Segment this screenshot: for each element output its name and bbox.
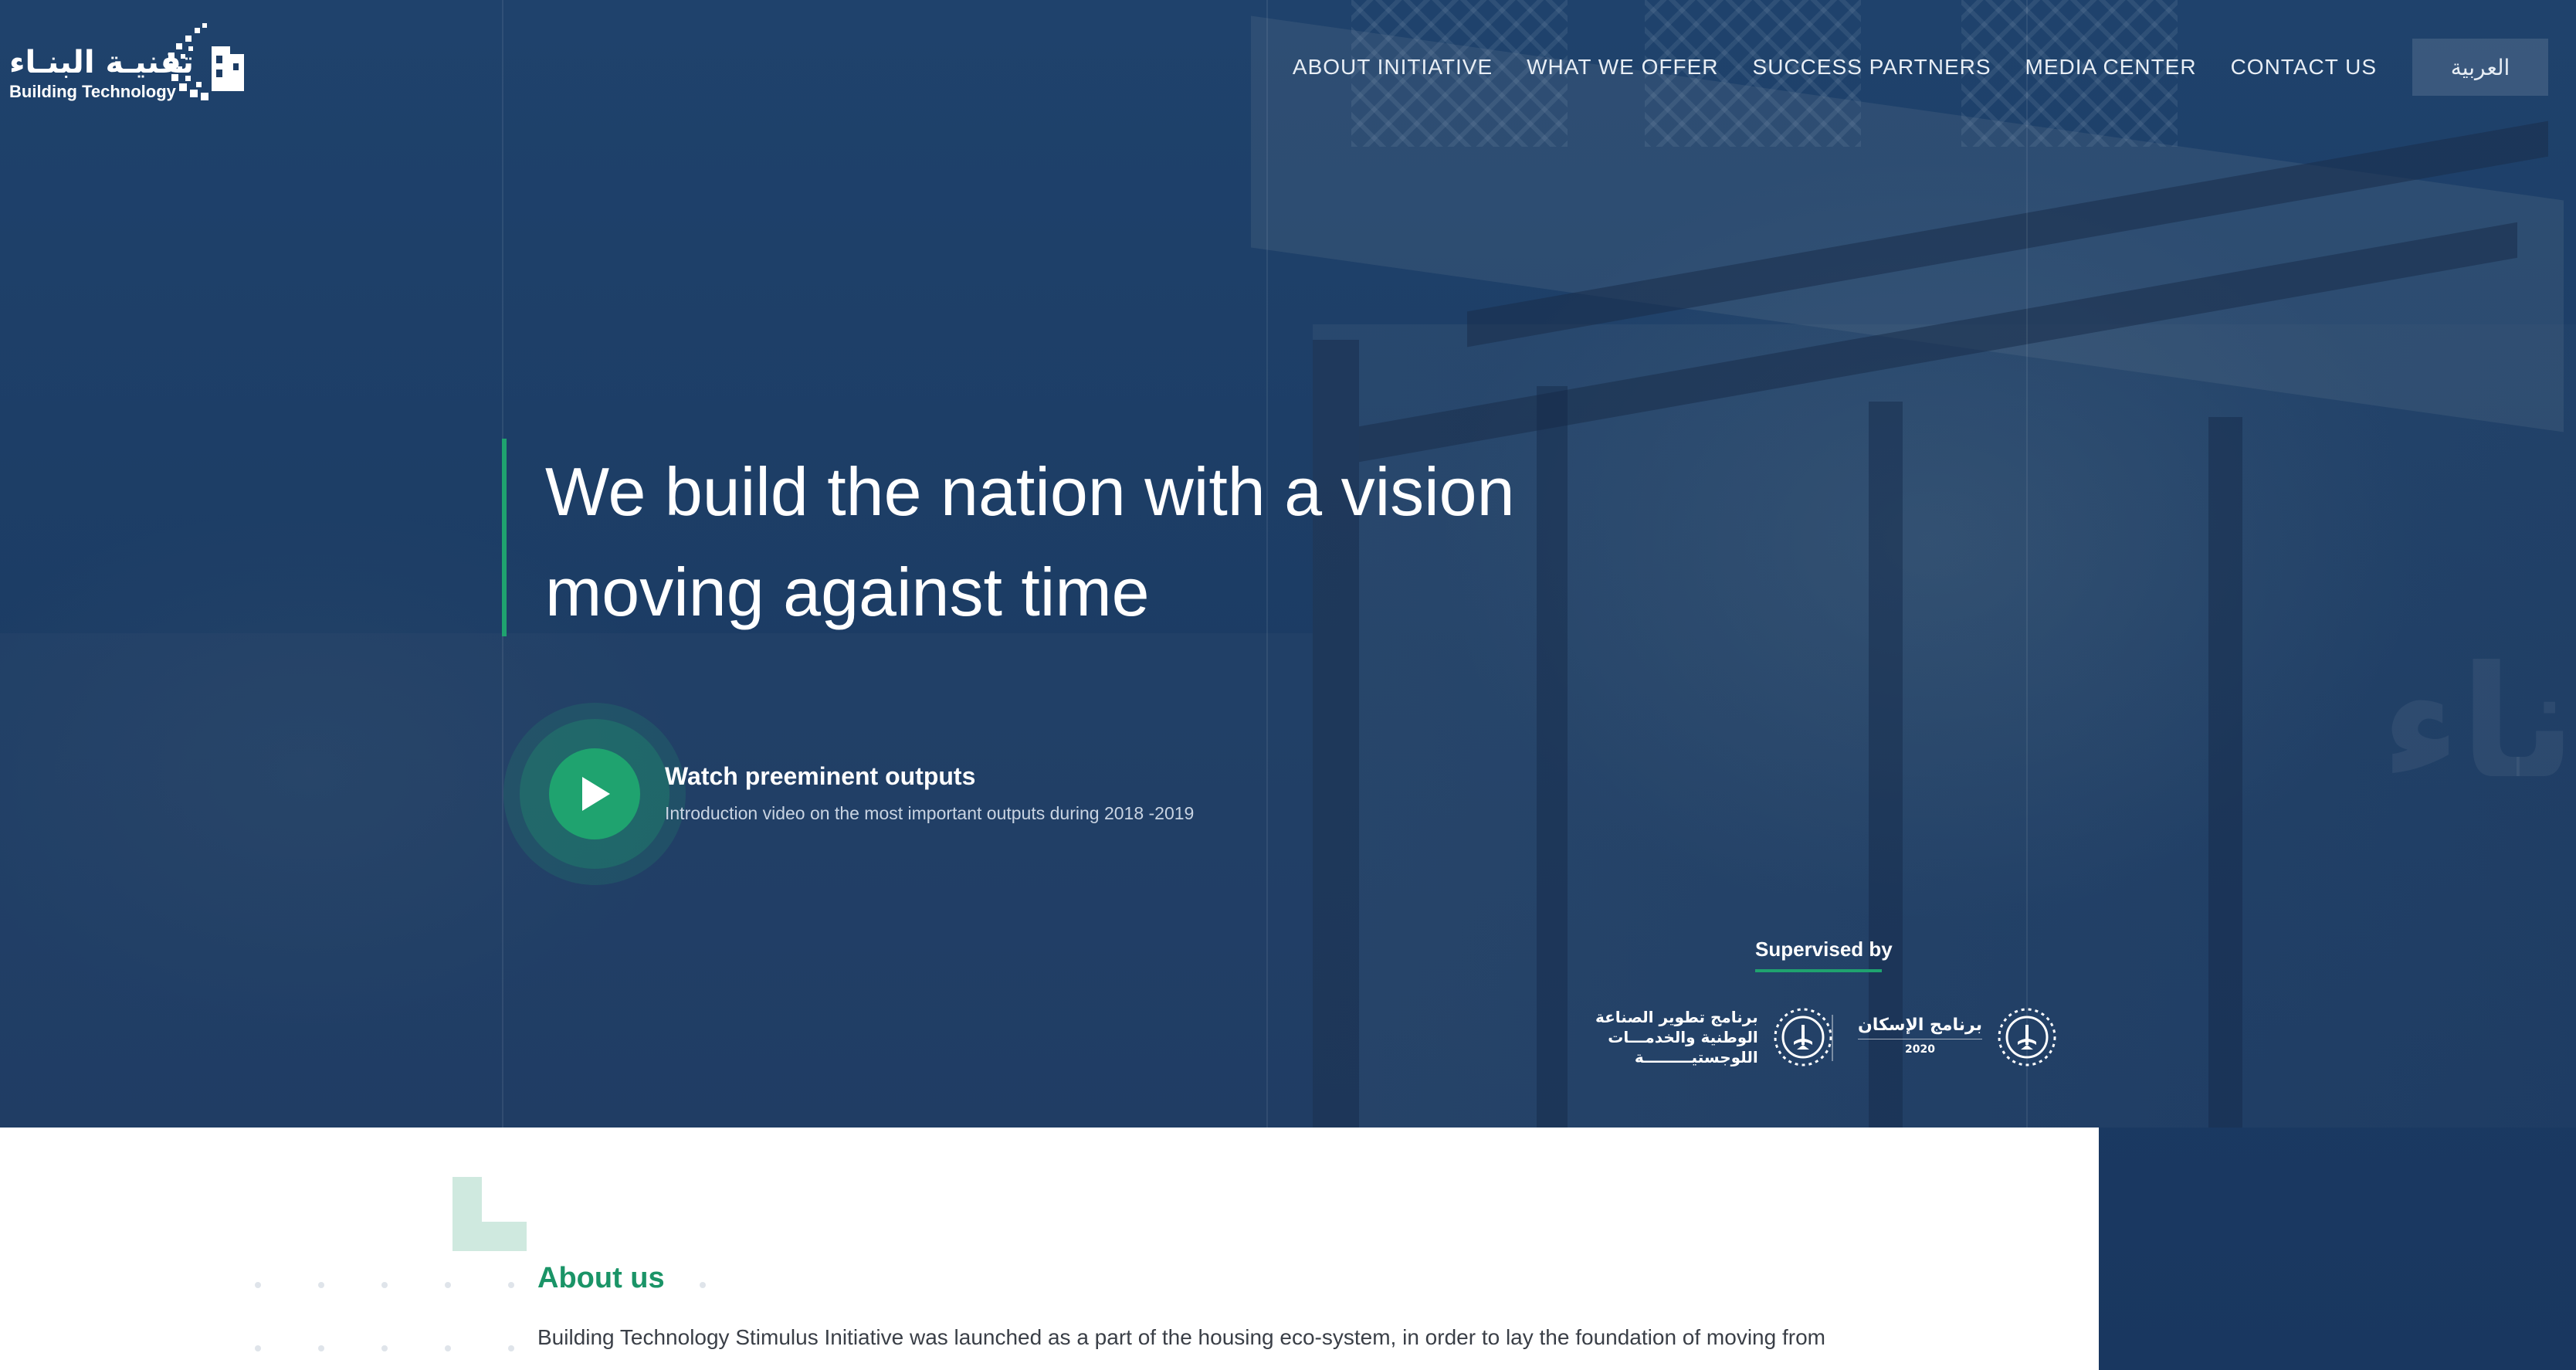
partner-industrial-program[interactable]: برنامج تطوير الصناعة الوطنية والخدمـــات… <box>1595 1004 1835 1070</box>
play-button-core <box>549 748 640 839</box>
about-title: About us <box>537 1262 665 1294</box>
nav-contact-us[interactable]: CONTACT US <box>2231 55 2377 80</box>
ghost-arabic-lettering: ناء <box>2381 633 2576 813</box>
play-icon <box>582 777 610 811</box>
building-pixel-logo-icon <box>167 23 244 100</box>
headline-accent-bar <box>502 439 507 636</box>
video-subtitle: Introduction video on the most important… <box>665 803 1195 823</box>
building-front-wall <box>0 633 1313 1128</box>
partner-industrial-line-2: الوطنية والخدمـــات <box>1608 1028 1758 1046</box>
hero-headline: We build the nation with a vision moving… <box>545 442 1626 643</box>
partner-industrial-text: برنامج تطوير الصناعة الوطنية والخدمـــات… <box>1595 1007 1758 1067</box>
partner-housing-line-1: برنامج الإسكان <box>1858 1015 1982 1035</box>
play-video-button[interactable] <box>503 703 686 885</box>
saudi-emblem-icon <box>1774 1008 1832 1066</box>
about-section: About us Building Technology Stimulus In… <box>0 1128 2099 1370</box>
saudi-emblem-icon <box>1998 1008 2056 1066</box>
headline-line-2: moving against time <box>545 554 1150 630</box>
site-logo[interactable]: تقنيـة البنـاء Building Technology <box>6 22 253 107</box>
language-toggle-button[interactable]: العربية <box>2412 39 2548 96</box>
headline-line-1: We build the nation with a vision <box>545 453 1515 530</box>
about-paragraph: Building Technology Stimulus Initiative … <box>537 1325 1825 1349</box>
video-title[interactable]: Watch preeminent outputs <box>665 762 975 791</box>
partner-industrial-line-1: برنامج تطوير الصناعة <box>1595 1008 1758 1026</box>
partner-housing-year: 2020 <box>1858 1038 1982 1060</box>
partner-divider <box>1832 1015 1833 1061</box>
supervised-underline <box>1755 969 1882 972</box>
grid-line <box>2026 0 2028 1128</box>
about-corner-decoration <box>452 1177 527 1251</box>
nav-what-we-offer[interactable]: WHAT WE OFFER <box>1527 55 1718 80</box>
partner-housing-program[interactable]: برنامج الإسكان 2020 <box>1858 1004 2059 1070</box>
play-ring <box>520 719 669 869</box>
partner-housing-text: برنامج الإسكان 2020 <box>1858 1016 1982 1060</box>
nav-success-partners[interactable]: SUCCESS PARTNERS <box>1753 55 1991 80</box>
main-nav: ABOUT INITIATIVE WHAT WE OFFER SUCCESS P… <box>1259 39 2548 96</box>
nav-media-center[interactable]: MEDIA CENTER <box>2025 55 2197 80</box>
partner-industrial-line-3: اللوجستيـــــــــة <box>1634 1048 1758 1066</box>
pillar <box>2208 417 2242 1128</box>
supervised-by-label: Supervised by <box>1755 938 1893 961</box>
nav-about-initiative[interactable]: ABOUT INITIATIVE <box>1293 55 1493 80</box>
logo-english-text: Building Technology <box>9 82 176 101</box>
